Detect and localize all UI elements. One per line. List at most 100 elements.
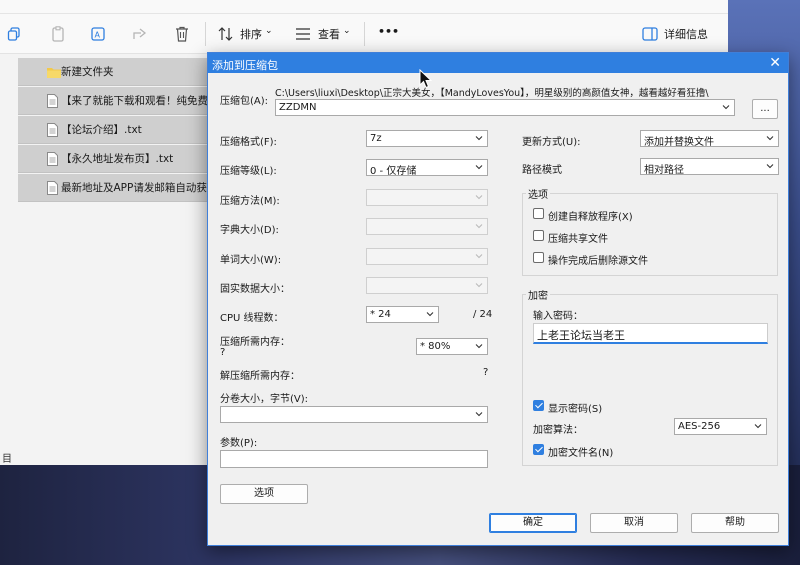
cpu-threads-label: CPU 线程数：	[220, 313, 284, 324]
level-value: 0 - 仅存储	[370, 166, 417, 176]
decompress-memory-label: 解压缩所需内存：	[220, 371, 300, 382]
word-size-label: 单词大小(W):	[220, 255, 282, 266]
method-label: 压缩方法(M):	[220, 196, 280, 207]
rename-icon[interactable]: A	[88, 24, 108, 44]
chevron-down-icon	[766, 136, 774, 141]
paste-icon[interactable]	[48, 24, 68, 44]
sort-button[interactable]: 排序	[240, 26, 262, 42]
explorer-top-strip	[0, 0, 728, 14]
chevron-down-icon	[475, 412, 483, 417]
list-item[interactable]: 最新地址及APP请发邮箱自动获	[18, 174, 208, 202]
archive-path-text: C:\Users\liuxi\Desktop\正宗大美女，【MandyLoves…	[275, 88, 709, 99]
options-button[interactable]: 选项	[220, 484, 308, 504]
solid-block-label: 固实数据大小：	[220, 284, 290, 295]
explorer-toolbar: A 排序 ⌄ 查看 ⌄ ••• 详细信息	[0, 14, 728, 54]
share-icon[interactable]	[130, 24, 150, 44]
format-select[interactable]: 7z	[366, 130, 488, 147]
sort-icon[interactable]	[216, 24, 236, 44]
show-password-checkbox[interactable]	[533, 400, 544, 411]
update-mode-select[interactable]: 添加并替换文件	[640, 130, 779, 147]
encryption-method-select[interactable]: AES-256	[674, 418, 767, 435]
dictionary-size-select[interactable]	[366, 218, 488, 235]
text-file-icon	[47, 123, 58, 137]
chevron-down-icon	[722, 105, 730, 110]
chevron-down-icon: ⌄	[265, 26, 273, 36]
level-label: 压缩等级(L):	[220, 166, 277, 177]
memory-usage-value: * 80%	[420, 341, 451, 352]
close-icon[interactable]: ✕	[769, 55, 781, 71]
copy-icon[interactable]	[4, 24, 24, 44]
update-mode-label: 更新方式(U):	[522, 137, 581, 148]
more-options-button[interactable]: •••	[378, 25, 399, 38]
folder-icon	[47, 68, 61, 78]
memory-usage-select[interactable]: * 80%	[416, 338, 488, 355]
chevron-down-icon	[475, 136, 483, 141]
path-mode-select[interactable]: 相对路径	[640, 158, 779, 175]
archive-label: 压缩包(A):	[220, 96, 269, 107]
decompress-memory-value: ?	[483, 367, 489, 378]
status-bar-text: 目	[2, 454, 12, 465]
list-item-label: 【永久地址发布页】.txt	[61, 153, 174, 165]
text-file-icon	[47, 181, 58, 195]
cpu-threads-value: * 24	[370, 309, 391, 320]
help-button[interactable]: 帮助	[691, 513, 779, 533]
browse-button[interactable]: ...	[752, 99, 778, 119]
view-icon[interactable]	[293, 24, 313, 44]
dialog-titlebar[interactable]: 添加到压缩包 ✕	[208, 53, 788, 73]
list-item-label: 最新地址及APP请发邮箱自动获	[61, 182, 207, 194]
parameters-input[interactable]	[220, 450, 488, 468]
encryption-method-value: AES-256	[678, 421, 721, 432]
view-button[interactable]: 查看	[318, 26, 340, 42]
shared-files-checkbox[interactable]	[533, 230, 544, 241]
show-password-label[interactable]: 显示密码(S)	[548, 400, 602, 415]
solid-block-select[interactable]	[366, 277, 488, 294]
chevron-down-icon	[475, 283, 483, 288]
shared-files-checkbox-label[interactable]: 压缩共享文件	[548, 230, 608, 245]
chevron-down-icon	[475, 224, 483, 229]
text-file-icon	[47, 94, 58, 108]
details-pane-icon[interactable]	[640, 24, 660, 44]
compress-memory-label: 压缩所需内存：	[220, 337, 290, 348]
encrypt-file-names-checkbox[interactable]	[533, 444, 544, 455]
list-item[interactable]: 【永久地址发布页】.txt	[18, 145, 208, 173]
list-item[interactable]: 新建文件夹	[18, 58, 208, 86]
list-item[interactable]: 【来了就能下载和观看！纯免费	[18, 87, 208, 115]
path-mode-label: 路径模式	[522, 165, 562, 176]
split-size-combo[interactable]	[220, 406, 488, 423]
sfx-checkbox-label[interactable]: 创建自释放程序(X)	[548, 208, 633, 223]
add-to-archive-dialog: 添加到压缩包 ✕ 压缩包(A): C:\Users\liuxi\Desktop\…	[207, 52, 789, 546]
list-item-label: 新建文件夹	[61, 66, 114, 78]
format-label: 压缩格式(F):	[220, 137, 277, 148]
svg-text:A: A	[95, 31, 101, 40]
encryption-method-label: 加密算法：	[533, 425, 583, 436]
split-size-label: 分卷大小，字节(V):	[220, 394, 309, 405]
word-size-select[interactable]	[366, 248, 488, 265]
dictionary-size-label: 字典大小(D):	[220, 225, 279, 236]
toolbar-separator	[364, 22, 365, 46]
chevron-down-icon	[475, 195, 483, 200]
sfx-checkbox[interactable]	[533, 208, 544, 219]
list-item-label: 【来了就能下载和观看！纯免费	[61, 95, 208, 107]
text-file-icon	[47, 152, 58, 166]
chevron-down-icon	[754, 424, 762, 429]
password-input[interactable]: 上老王论坛当老王	[533, 323, 768, 344]
delete-source-checkbox[interactable]	[533, 252, 544, 263]
encrypt-file-names-label[interactable]: 加密文件名(N)	[548, 444, 613, 459]
delete-source-checkbox-label[interactable]: 操作完成后删除源文件	[548, 252, 648, 267]
options-group-title: 选项	[526, 186, 550, 201]
chevron-down-icon: ⌄	[343, 26, 351, 36]
method-select[interactable]	[366, 189, 488, 206]
ok-button[interactable]: 确定	[489, 513, 577, 533]
archive-name-combo[interactable]: ZZDMN	[275, 99, 735, 116]
compress-memory-value: ?	[220, 347, 226, 358]
archive-name-value: ZZDMN	[279, 102, 317, 113]
cpu-threads-select[interactable]: * 24	[366, 306, 439, 323]
file-list: 新建文件夹 【来了就能下载和观看！纯免费 【论坛介绍】.txt 【永久地址发布页…	[18, 58, 208, 202]
delete-icon[interactable]	[172, 24, 192, 44]
level-select[interactable]: 0 - 仅存储	[366, 159, 488, 176]
details-button[interactable]: 详细信息	[664, 26, 708, 42]
list-item[interactable]: 【论坛介绍】.txt	[18, 116, 208, 144]
dialog-title: 添加到压缩包	[212, 59, 278, 72]
parameters-label: 参数(P):	[220, 438, 258, 449]
cancel-button[interactable]: 取消	[590, 513, 678, 533]
